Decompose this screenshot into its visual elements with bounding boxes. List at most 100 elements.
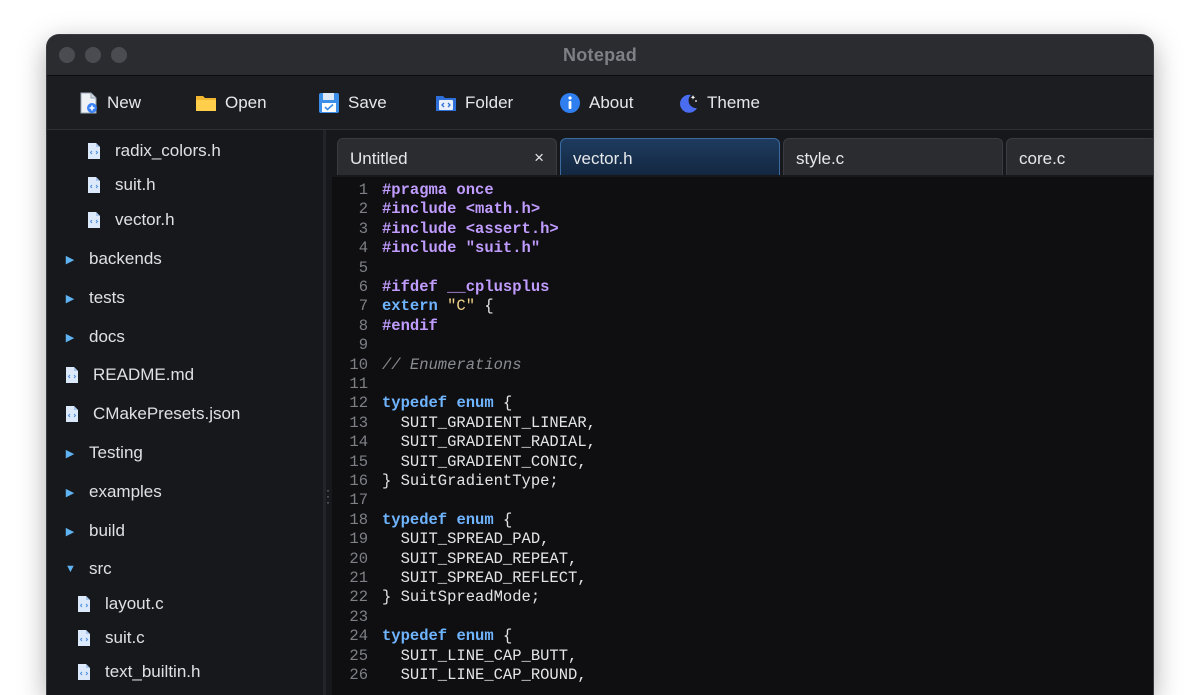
chevron-right-icon[interactable]: ▶: [65, 525, 75, 538]
tree-folder-item[interactable]: ▶ docs: [65, 325, 125, 349]
chevron-right-icon[interactable]: ▶: [65, 447, 75, 460]
tree-item-label: docs: [89, 327, 125, 346]
line-number: 11: [349, 375, 368, 393]
line-number: 17: [349, 491, 368, 510]
code-text: #include <assert.h>: [382, 220, 559, 238]
tree-file-item[interactable]: layout.c: [77, 592, 164, 616]
line-number: 6: [358, 278, 368, 296]
code-token: {: [493, 394, 513, 413]
tree-file-item[interactable]: README.md: [65, 363, 194, 387]
tree-item-label: layout.c: [105, 594, 164, 613]
tab-label: vector.h: [573, 149, 633, 168]
tree-file-item[interactable]: suit.h: [87, 173, 156, 197]
code-text: SUIT_GRADIENT_CONIC,: [382, 453, 587, 471]
line-number: 24: [349, 627, 368, 646]
tab-bar: Untitled × vector.h style.c core.c: [332, 138, 1153, 176]
chevron-down-icon[interactable]: ▼: [65, 563, 76, 575]
line-number: 9: [358, 336, 368, 355]
tree-file-item[interactable]: suit.c: [77, 626, 145, 650]
code-text: // Enumerations: [382, 356, 522, 374]
line-number: 14: [349, 433, 368, 452]
code-file-icon: [88, 143, 100, 159]
code-token: #include <assert.h>: [382, 219, 559, 238]
line-number: 5: [358, 258, 368, 277]
code-file-icon: [66, 367, 78, 383]
line-number: 3: [358, 219, 368, 238]
info-icon: [560, 93, 580, 113]
code-token: SUIT_LINE_CAP_BUTT,: [382, 646, 578, 665]
tree-folder-item[interactable]: ▶ Testing: [65, 441, 143, 465]
code-text: typedef enum {: [382, 394, 512, 412]
tree-folder-item[interactable]: ▶ build: [65, 519, 125, 543]
tab-untitled[interactable]: Untitled ×: [337, 138, 557, 175]
code-file-icon: [78, 596, 90, 612]
code-token: SUIT_SPREAD_REFLECT,: [382, 569, 587, 587]
tab-style-c[interactable]: style.c: [783, 138, 1003, 175]
about-button[interactable]: About: [559, 91, 633, 115]
code-token: SUIT_SPREAD_PAD,: [382, 530, 550, 549]
line-number: 20: [349, 549, 368, 568]
code-token: #ifdef __cplusplus: [382, 278, 550, 296]
code-token: enum: [456, 627, 494, 646]
tree-item-label: README.md: [93, 365, 195, 384]
line-number: 21: [349, 569, 368, 587]
chevron-right-icon[interactable]: ▶: [65, 253, 75, 266]
tree-item-label: vector.h: [115, 210, 175, 229]
code-file-icon: [88, 177, 100, 193]
code-file-icon: [78, 664, 90, 680]
tree-folder-item[interactable]: ▶ backends: [65, 247, 162, 271]
tree-item-label: src: [89, 559, 112, 578]
tree-file-item[interactable]: text_builtin.h: [77, 660, 200, 684]
tree-file-item[interactable]: radix_colors.h: [87, 139, 221, 163]
save-button[interactable]: Save: [318, 91, 387, 115]
tree-folder-item[interactable]: ▶ tests: [65, 286, 125, 310]
tree-file-item[interactable]: vector.h: [87, 208, 175, 232]
code-token: {: [493, 627, 513, 646]
tree-item-label: suit.h: [115, 175, 156, 194]
tab-vector-h[interactable]: vector.h: [560, 138, 780, 175]
code-token: #endif: [382, 316, 438, 335]
line-number: 8: [358, 316, 368, 335]
tree-file-item[interactable]: CMakePresets.json: [65, 402, 240, 426]
code-token: } SuitSpreadMode;: [382, 588, 541, 607]
code-token: typedef: [382, 394, 448, 413]
code-folder-icon: [436, 96, 456, 111]
tree-item-label: text_builtin.h: [105, 662, 201, 681]
code-text: #ifdef __cplusplus: [382, 278, 549, 296]
new-file-icon: [80, 92, 97, 114]
sidebar-splitter[interactable]: [323, 130, 326, 695]
new-button-label: New: [107, 93, 142, 112]
tab-core-c[interactable]: core.c: [1006, 138, 1153, 175]
line-number: 22: [349, 588, 368, 607]
code-token: typedef: [382, 510, 448, 529]
code-file-icon: [66, 406, 78, 422]
open-button[interactable]: Open: [195, 91, 267, 115]
code-text: #include <math.h>: [382, 200, 540, 218]
tree-folder-item[interactable]: ▼ src: [65, 557, 112, 581]
line-number: 15: [349, 452, 368, 471]
code-token: SUIT_SPREAD_REPEAT,: [382, 549, 578, 568]
folder-button[interactable]: Folder: [435, 91, 513, 115]
code-text: #endif: [382, 317, 438, 335]
tab-close-icon[interactable]: ×: [534, 148, 544, 168]
line-number: 19: [349, 530, 368, 549]
open-button-label: Open: [225, 93, 267, 112]
tree-item-label: backends: [89, 249, 162, 268]
line-number: 26: [349, 666, 368, 684]
chevron-right-icon[interactable]: ▶: [65, 292, 75, 305]
code-editor[interactable]: 1 #pragma once 2 #include <math.h> 3 #include…: [332, 177, 1153, 695]
code-token: SUIT_GRADIENT_CONIC,: [382, 452, 587, 471]
theme-button[interactable]: Theme: [677, 91, 760, 115]
code-text: SUIT_SPREAD_REPEAT,: [382, 549, 578, 568]
code-text: #include "suit.h": [382, 239, 540, 257]
line-number: 2: [358, 200, 368, 219]
chevron-right-icon[interactable]: ▶: [65, 486, 75, 499]
chevron-right-icon[interactable]: ▶: [65, 331, 75, 344]
code-token: typedef: [382, 627, 448, 646]
code-token: #include "suit.h": [382, 239, 541, 258]
new-button[interactable]: New: [77, 91, 141, 115]
folder-button-label: Folder: [465, 93, 514, 112]
about-button-label: About: [589, 93, 634, 112]
tree-folder-item[interactable]: ▶ examples: [65, 480, 162, 504]
tab-label: style.c: [796, 149, 845, 168]
